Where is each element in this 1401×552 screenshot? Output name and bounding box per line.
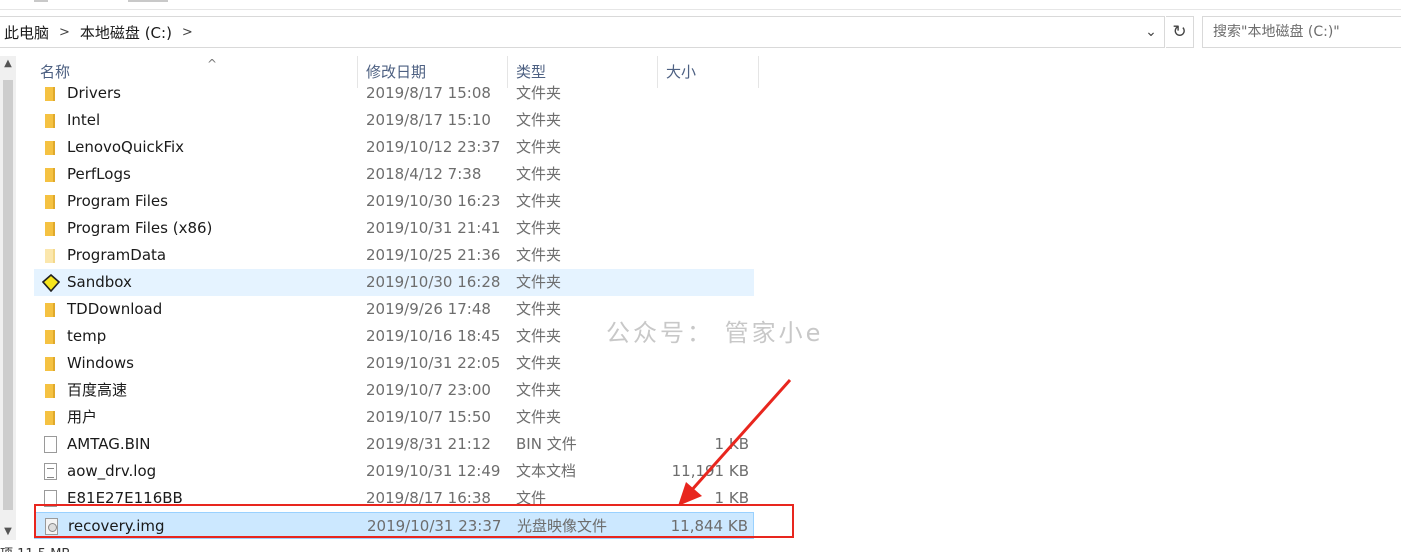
address-row: 此电脑 > 本地磁盘 (C:) > ⌄ ↻ 搜索"本地磁盘 (C:)" [0, 16, 1401, 48]
text-file-icon [42, 463, 58, 480]
file-row[interactable]: AMTAG.BIN2019/8/31 21:12BIN 文件1 KB [34, 431, 754, 458]
column-header-type-label: 类型 [516, 63, 547, 81]
file-name: Sandbox [67, 273, 132, 291]
file-name: temp [67, 327, 107, 345]
file-date: 2019/10/31 22:05 [366, 354, 501, 372]
watermark: 公众号： 管家小e [606, 319, 824, 347]
file-name: Program Files [67, 192, 168, 210]
file-date: 2019/10/7 23:00 [366, 381, 491, 399]
file-row[interactable]: Intel 2019/8/17 15:10 文件夹 [34, 107, 754, 134]
folder-icon [42, 193, 58, 210]
file-name: Drivers [67, 84, 121, 102]
file-row[interactable]: 百度高速 2019/10/7 23:00 文件夹 [34, 377, 754, 404]
file-name: 百度高速 [67, 381, 128, 399]
sort-ascending-icon: ^ [207, 57, 218, 71]
file-date: 2019/10/7 15:50 [366, 408, 491, 426]
file-row[interactable]: LenovoQuickFix 2019/10/12 23:37 文件夹 [34, 134, 754, 161]
file-name: Windows [67, 354, 134, 372]
search-input[interactable]: 搜索"本地磁盘 (C:)" [1202, 16, 1401, 48]
vertical-scrollbar[interactable]: ▲ ▼ [0, 56, 16, 540]
file-row[interactable]: aow_drv.log 2019/10/31 12:49 文本文档 11,191 KB [34, 458, 754, 485]
folder-icon [42, 409, 58, 426]
file-row[interactable]: Sandbox 2019/10/30 16:28 文件夹 [34, 269, 754, 296]
file-row[interactable]: Program Files 2019/10/30 16:23 文件夹 [34, 188, 754, 215]
file-name: TDDownload [67, 300, 163, 318]
file-type: 文件夹 [516, 327, 562, 345]
file-type: 文件夹 [516, 192, 562, 210]
chevron-right-icon[interactable]: > [176, 25, 199, 40]
folder-icon [42, 85, 58, 102]
file-type: 文件夹 [516, 84, 562, 102]
folder-icon [42, 220, 58, 237]
file-date: 2019/10/16 18:45 [366, 327, 501, 345]
file-type: 文件夹 [516, 354, 562, 372]
file-row[interactable]: Windows 2019/10/31 22:05 文件夹 [34, 350, 754, 377]
file-name: ProgramData [67, 246, 167, 264]
file-type: 文本文档 [516, 462, 577, 480]
file-type: 文件夹 [516, 165, 562, 183]
folder-icon [42, 382, 58, 399]
file-date: 2019/8/17 15:10 [366, 111, 491, 129]
file-type: BIN 文件 [516, 435, 577, 453]
folder-icon [42, 301, 58, 318]
annotation-arrow [678, 379, 792, 506]
folder-icon [42, 139, 58, 156]
scroll-up-icon[interactable]: ▲ [0, 56, 16, 72]
file-name: 用户 [67, 408, 98, 426]
file-type: 文件夹 [516, 138, 562, 156]
file-date: 2019/8/31 21:12 [366, 435, 491, 453]
file-date: 2019/10/25 21:36 [366, 246, 501, 264]
file-date: 2019/10/12 23:37 [366, 138, 501, 156]
refresh-icon: ↻ [1172, 22, 1187, 42]
breadcrumb-local-disk[interactable]: 本地磁盘 (C:) [76, 22, 176, 43]
file-date: 2019/10/31 21:41 [366, 219, 501, 237]
scroll-down-icon[interactable]: ▼ [0, 524, 16, 540]
status-bar-text: 项 11.5 MB [0, 543, 70, 552]
file-type: 文件夹 [516, 408, 562, 426]
column-header-size-label: 大小 [666, 63, 697, 81]
file-date: 2018/4/12 7:38 [366, 165, 482, 183]
file-type: 文件夹 [516, 246, 562, 264]
folder-icon [42, 355, 58, 372]
file-row[interactable]: Program Files (x86) 2019/10/31 21:41 文件夹 [34, 215, 754, 242]
file-type: 文件夹 [516, 111, 562, 129]
file-row[interactable]: 用户 2019/10/7 15:50 文件夹 [34, 404, 754, 431]
chevron-right-icon[interactable]: > [53, 25, 76, 40]
file-row[interactable]: PerfLogs 2018/4/12 7:38 文件夹 [34, 161, 754, 188]
file-date: 2019/10/30 16:23 [366, 192, 501, 210]
file-type: 文件夹 [516, 273, 562, 291]
file-date: 2019/10/30 16:28 [366, 273, 501, 291]
file-name: PerfLogs [67, 165, 131, 183]
column-header-date-label: 修改日期 [366, 63, 427, 81]
file-row[interactable]: Drivers 2019/8/17 15:08 文件夹 [34, 80, 754, 107]
folder-hidden-icon [42, 247, 58, 264]
file-name: AMTAG.BIN [67, 435, 151, 453]
ribbon-strip [0, 0, 1401, 10]
folder-icon [42, 112, 58, 129]
address-bar[interactable]: 此电脑 > 本地磁盘 (C:) > ⌄ [0, 16, 1165, 48]
file-type: 文件夹 [516, 381, 562, 399]
breadcrumb-this-pc[interactable]: 此电脑 [0, 22, 53, 43]
file-date: 2019/10/31 12:49 [366, 462, 501, 480]
folder-icon [42, 166, 58, 183]
file-icon [42, 436, 58, 453]
file-type: 文件夹 [516, 300, 562, 318]
file-name: LenovoQuickFix [67, 138, 185, 156]
file-date: 2019/8/17 15:08 [366, 84, 491, 102]
column-header-name-label: 名称 [40, 63, 71, 81]
sandbox-icon [42, 274, 60, 292]
chevron-down-icon[interactable]: ⌄ [1142, 23, 1160, 41]
file-name: aow_drv.log [67, 462, 157, 480]
file-name: Intel [67, 111, 101, 129]
scroll-thumb[interactable] [3, 80, 13, 510]
folder-icon [42, 328, 58, 345]
file-type: 文件夹 [516, 219, 562, 237]
refresh-button[interactable]: ↻ [1166, 16, 1194, 48]
file-name: Program Files (x86) [67, 219, 213, 237]
file-row[interactable]: ProgramData 2019/10/25 21:36 文件夹 [34, 242, 754, 269]
file-date: 2019/9/26 17:48 [366, 300, 491, 318]
